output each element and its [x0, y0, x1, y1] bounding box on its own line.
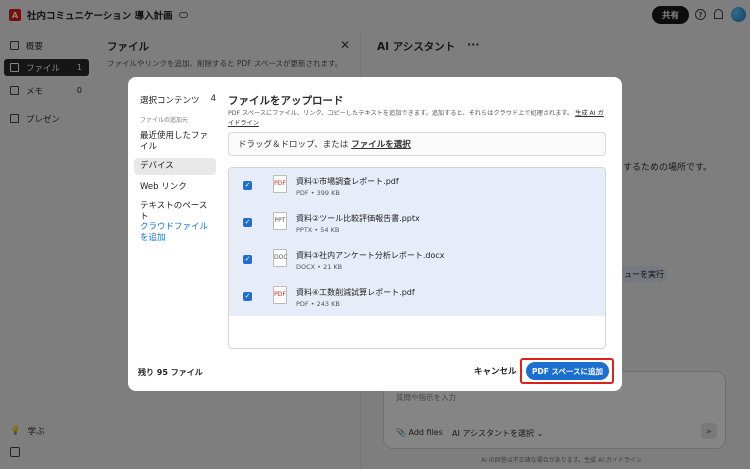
docx-file-icon: DOC: [273, 249, 288, 267]
select-file-link[interactable]: ファイルを選択: [351, 138, 411, 150]
nav-add-cloud-files[interactable]: クラウドファイルを追加: [134, 219, 216, 247]
nav-device[interactable]: デバイス: [134, 158, 216, 175]
dialog-description-text: PDF スペースにファイル、リンク、コピーしたテキストを追加できます。追加すると…: [228, 110, 574, 117]
upload-file-dialog: 選択コンテンツ 4 ファイルの追加元 最近使用したファイル デバイス Web リ…: [128, 77, 622, 391]
nav-recent-files[interactable]: 最近使用したファイル: [134, 128, 216, 156]
remaining-files-count: 残り 95 ファイル: [138, 368, 203, 377]
file-list: ✓ PDF 資料①市場調査レポート.pdf PDF • 399 KB ✓ PPT…: [228, 167, 606, 349]
dialog-title: ファイルをアップロード: [228, 95, 344, 107]
file-row[interactable]: ✓ PPT 資料②ツール比較評価報告書.pptx PPTX • 54 KB: [229, 205, 605, 242]
file-name: 資料②ツール比較評価報告書.pptx: [296, 214, 420, 223]
file-row[interactable]: ✓ PDF 資料④工数削減試算レポート.pdf PDF • 243 KB: [229, 279, 605, 316]
file-checkbox[interactable]: ✓: [243, 292, 252, 301]
file-row[interactable]: ✓ PDF 資料①市場調査レポート.pdf PDF • 399 KB: [229, 168, 605, 205]
dialog-description: PDF スペースにファイル、リンク、コピーしたテキストを追加できます。追加すると…: [228, 109, 608, 129]
pdf-file-icon: PDF: [273, 286, 287, 304]
file-name: 資料③社内アンケート分析レポート.docx: [296, 251, 445, 260]
file-checkbox[interactable]: ✓: [243, 255, 252, 264]
cancel-button[interactable]: キャンセル: [474, 365, 517, 377]
selected-content-heading: 選択コンテンツ 4: [140, 94, 216, 106]
dropzone-text: ドラッグ＆ドロップ、または: [238, 140, 349, 150]
pptx-file-icon: PPT: [273, 212, 287, 230]
file-row[interactable]: ✓ DOC 資料③社内アンケート分析レポート.docx DOCX • 21 KB: [229, 242, 605, 279]
file-name: 資料④工数削減試算レポート.pdf: [296, 288, 415, 297]
pdf-file-icon: PDF: [273, 175, 287, 193]
file-name: 資料①市場調査レポート.pdf: [296, 177, 399, 186]
nav-web-link[interactable]: Web リンク: [134, 179, 216, 196]
file-checkbox[interactable]: ✓: [243, 181, 252, 190]
file-meta: PDF • 243 KB: [296, 300, 340, 308]
file-source-subtitle: ファイルの追加元: [140, 117, 189, 124]
file-meta: PDF • 399 KB: [296, 189, 340, 197]
file-dropzone[interactable]: ドラッグ＆ドロップ、または ファイルを選択: [228, 132, 606, 156]
selected-content-label: 選択コンテンツ: [140, 96, 200, 106]
add-to-pdf-space-button[interactable]: PDF スペースに追加: [526, 362, 609, 380]
file-meta: PPTX • 54 KB: [296, 226, 340, 234]
file-checkbox[interactable]: ✓: [243, 218, 252, 227]
file-meta: DOCX • 21 KB: [296, 263, 343, 271]
selected-content-count: 4: [210, 94, 216, 104]
